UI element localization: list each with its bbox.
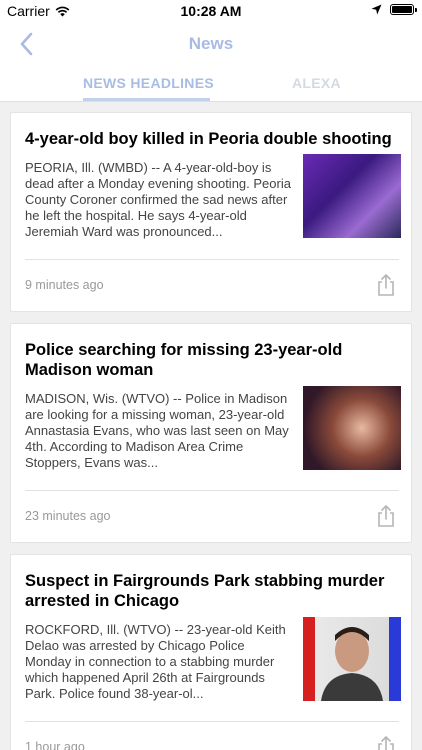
status-right [371, 4, 417, 15]
share-icon[interactable] [375, 273, 397, 297]
article-title[interactable]: 4-year-old boy killed in Peoria double s… [25, 129, 397, 149]
tab-news-headlines[interactable]: NEWS HEADLINES [83, 75, 214, 91]
card-divider [25, 259, 399, 260]
article-timestamp: 1 hour ago [25, 740, 85, 750]
battery-icon [390, 4, 417, 15]
tab-alexa[interactable]: ALEXA [292, 75, 341, 91]
news-card[interactable]: 4-year-old boy killed in Peoria double s… [10, 112, 412, 312]
mugshot-figure [321, 627, 383, 701]
news-card[interactable]: Police searching for missing 23-year-old… [10, 323, 412, 543]
navigation-bar: News [0, 22, 422, 66]
article-summary: ROCKFORD, Ill. (WTVO) -- 23-year-old Kei… [25, 622, 286, 701]
article-title[interactable]: Police searching for missing 23-year-old… [25, 340, 397, 380]
article-thumbnail[interactable] [303, 154, 401, 238]
news-feed[interactable]: 4-year-old boy killed in Peoria double s… [0, 102, 422, 750]
tab-bar: NEWS HEADLINES ALEXA [0, 66, 422, 102]
article-timestamp: 23 minutes ago [25, 509, 111, 523]
status-bar: Carrier 10:28 AM [0, 0, 422, 22]
share-icon[interactable] [375, 735, 397, 750]
article-summary: MADISON, Wis. (WTVO) -- Police in Madiso… [25, 391, 289, 470]
card-divider [25, 721, 399, 722]
card-divider [25, 490, 399, 491]
article-summary: PEORIA, Ill. (WMBD) -- A 4-year-old-boy … [25, 160, 291, 239]
article-thumbnail[interactable] [303, 617, 401, 701]
page-title: News [188, 34, 234, 53]
news-card[interactable]: Suspect in Fairgrounds Park stabbing mur… [10, 554, 412, 750]
share-icon[interactable] [375, 504, 397, 528]
location-arrow-icon [371, 4, 382, 15]
article-title[interactable]: Suspect in Fairgrounds Park stabbing mur… [25, 571, 397, 611]
article-thumbnail[interactable] [303, 386, 401, 470]
selected-tab-indicator [83, 98, 210, 101]
status-time: 10:28 AM [180, 3, 242, 19]
article-timestamp: 9 minutes ago [25, 278, 104, 292]
